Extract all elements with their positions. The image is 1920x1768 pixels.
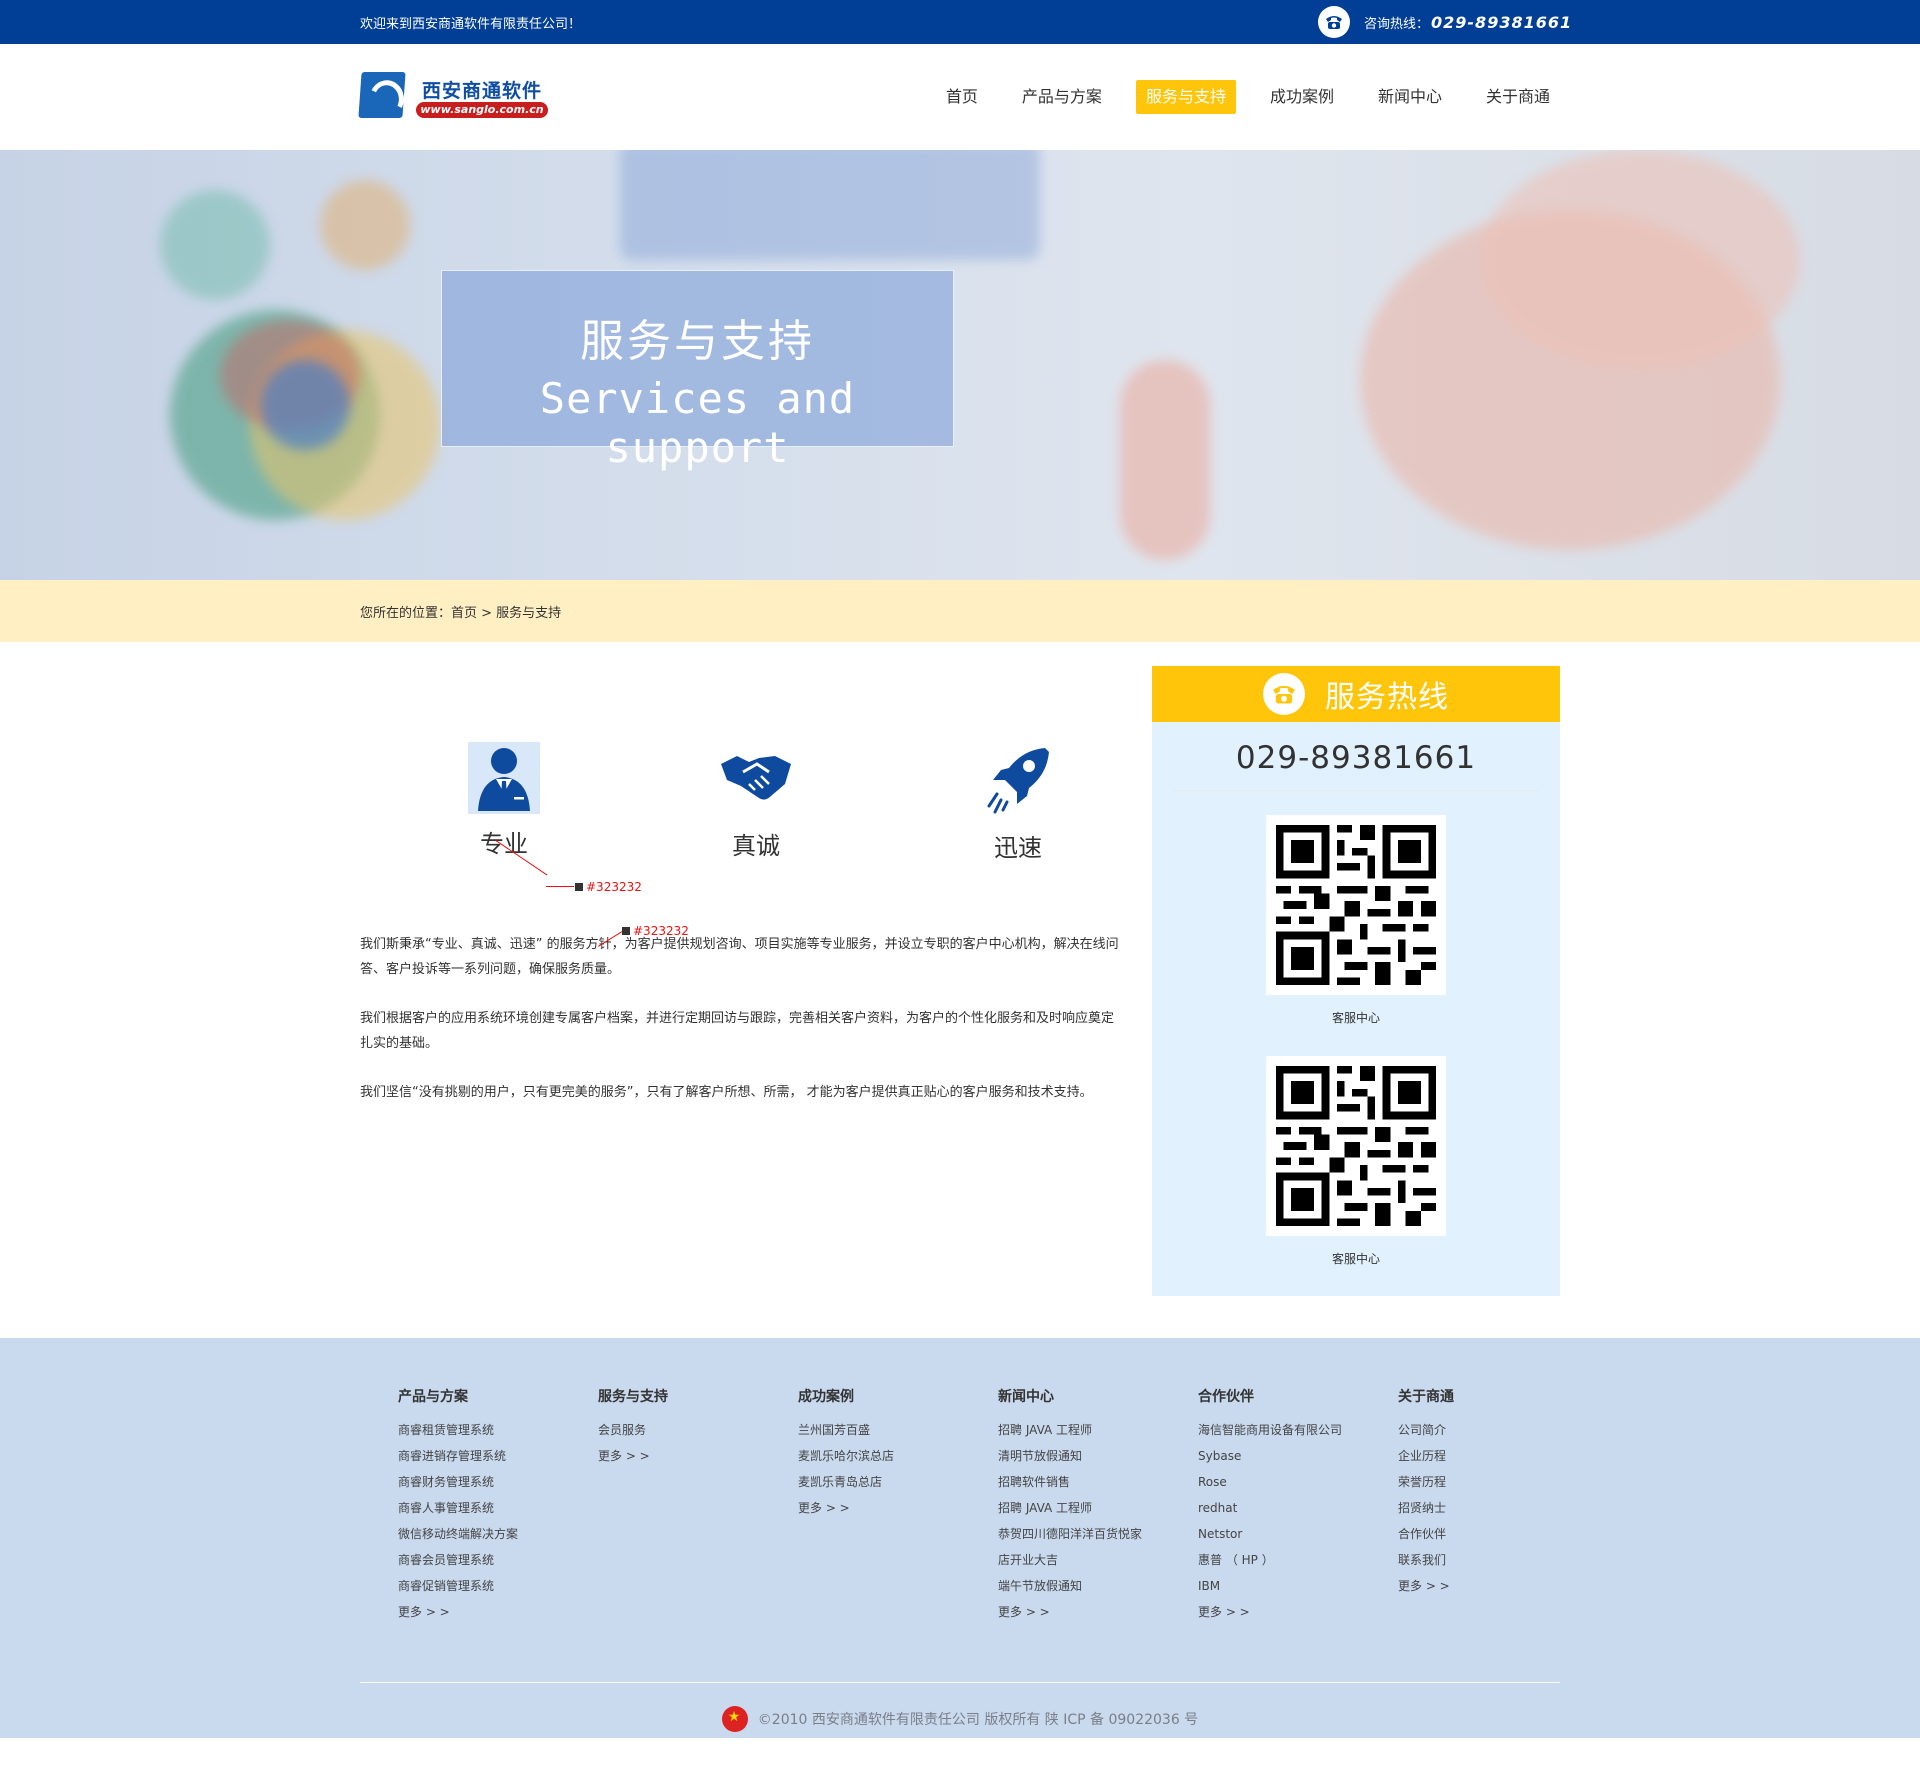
footer-column: 关于商通 公司简介 企业历程 荣誉历程 招贤纳士 合作伙伴 联系我们 更多 > >: [1398, 1386, 1454, 1601]
header: 西安商通软件 www.sanglo.com.cn 首页 产品与方案 服务与支持 …: [0, 44, 1920, 150]
banner-decoration: [1120, 360, 1210, 560]
banner-decoration: [320, 180, 410, 270]
qr-caption: 客服中心: [1331, 1011, 1380, 1025]
phone-icon: [1318, 6, 1350, 38]
nav-products[interactable]: 产品与方案: [1012, 80, 1112, 114]
banner-decoration: [160, 190, 270, 300]
annotation-line: [546, 886, 574, 887]
feature-label: 真诚: [732, 832, 780, 860]
footer-divider: [360, 1682, 1560, 1683]
feature-label: 专业: [480, 830, 528, 858]
footer-link[interactable]: 更多 > >: [398, 1597, 518, 1627]
footer-column-title: 服务与支持: [598, 1389, 668, 1405]
footer-column: 产品与方案 商睿租赁管理系统 商睿进销存管理系统 商睿财务管理系统 商睿人事管理系统 微信…: [398, 1386, 518, 1627]
copyright-text: ©2010 西安商通软件有限责任公司 版权所有 陕 ICP 备 09022036…: [757, 1712, 1199, 1728]
footer-column-title: 新闻中心: [998, 1389, 1054, 1405]
hotline-label: 咨询热线：: [1364, 16, 1430, 32]
footer-column: 新闻中心 招聘 JAVA 工程师 清明节放假通知 招聘软件销售 招聘 JAVA 工程师恭…: [998, 1386, 1142, 1627]
top-bar: 欢迎来到西安商通软件有限责任公司！ 咨询热线： 029-89381661: [0, 0, 1920, 44]
nav-news[interactable]: 新闻中心: [1368, 80, 1452, 114]
panel-header: 服务热线: [1152, 666, 1560, 722]
banner-decoration: [620, 150, 1040, 260]
footer-column-title: 合作伙伴: [1198, 1389, 1254, 1405]
feature-professional: 专业: [464, 742, 544, 859]
footer-column: 服务与支持 会员服务 更多 > >: [598, 1386, 668, 1471]
banner: 服务与支持 Services and support: [0, 150, 1920, 580]
banner-decoration: [1480, 150, 1800, 370]
nav-services[interactable]: 服务与支持: [1135, 80, 1236, 114]
annotation-color: #323232: [575, 880, 642, 894]
footer-column-title: 产品与方案: [398, 1389, 468, 1405]
breadcrumb-text: 您所在的位置：首页 > 服务与支持: [360, 606, 562, 621]
intro-paragraph: 我们根据客户的应用系统环境创建专属客户档案，并进行定期回访与跟踪，完善相关客户资…: [360, 1011, 1115, 1051]
welcome-text: 欢迎来到西安商通软件有限责任公司！: [360, 17, 582, 32]
footer-link[interactable]: 更多 > >: [798, 1493, 894, 1523]
footer-link[interactable]: 更多 > >: [598, 1441, 668, 1471]
feature-label: 迅速: [994, 834, 1042, 862]
nav-home[interactable]: 首页: [936, 80, 988, 114]
footer-link[interactable]: 更多 > >: [1198, 1597, 1342, 1627]
annotation-color: #323232: [622, 924, 689, 938]
intro-paragraph: 我们坚信“没有挑剔的用户，只有更完美的服务”，只有了解客户所想、所需， 才能为客…: [360, 1085, 1093, 1100]
banner-title-cn: 服务与支持: [580, 316, 815, 367]
footer-link[interactable]: 更多 > >: [998, 1597, 1142, 1627]
divider: [1174, 790, 1538, 791]
nav-cases[interactable]: 成功案例: [1260, 80, 1344, 114]
footer-column: 合作伙伴 海信智能商用设备有限公司 Sybase Rose redhat Netstor 惠…: [1198, 1386, 1342, 1627]
panel-title: 服务热线: [1325, 680, 1449, 715]
footer-column-title: 关于商通: [1398, 1389, 1454, 1405]
footer: 产品与方案 商睿租赁管理系统 商睿进销存管理系统 商睿财务管理系统 商睿人事管理系统 微信…: [0, 1338, 1920, 1738]
handshake-icon: [718, 740, 794, 816]
qr-code-icon: [1266, 1056, 1446, 1236]
footer-column-title: 成功案例: [798, 1389, 854, 1405]
intro-paragraph: 我们斯秉承“专业、真诚、迅速” 的服务方针，为客户提供规划咨询、项目实施等专业服…: [360, 937, 1119, 977]
breadcrumb: 您所在的位置：首页 > 服务与支持: [0, 580, 1920, 642]
color-swatch: [622, 927, 630, 935]
qr-code-icon: [1266, 815, 1446, 995]
banner-decoration: [260, 360, 350, 450]
hotline-number: 029-89381661: [1431, 12, 1573, 32]
main-nav: 首页 产品与方案 服务与支持 成功案例 新闻中心 关于商通: [912, 80, 1560, 114]
panel-phone: 029-89381661: [1235, 740, 1477, 776]
banner-title-en: Services and support: [539, 374, 856, 472]
hotline: 咨询热线： 029-89381661: [1318, 6, 1572, 38]
copyright: ©2010 西安商通软件有限责任公司 版权所有 陕 ICP 备 09022036…: [0, 1706, 1920, 1732]
business-person-icon: [468, 742, 540, 814]
rocket-icon: [980, 742, 1056, 818]
service-hotline-panel: 服务热线 029-89381661 客服中心 客服中心: [1152, 666, 1560, 1296]
feature-fast: 迅速: [978, 742, 1058, 863]
nav-about[interactable]: 关于商通: [1476, 80, 1560, 114]
banner-caption: 服务与支持 Services and support: [441, 270, 954, 472]
qr-caption: 客服中心: [1331, 1252, 1380, 1266]
footer-column: 成功案例 兰州国芳百盛 麦凯乐哈尔滨总店 麦凯乐青岛总店 更多 > >: [798, 1386, 894, 1523]
phone-icon: [1263, 673, 1305, 715]
color-swatch: [575, 883, 583, 891]
footer-link[interactable]: 更多 > >: [1398, 1571, 1454, 1601]
feature-sincere: 真诚: [716, 740, 796, 861]
police-emblem-icon: [721, 1706, 748, 1732]
